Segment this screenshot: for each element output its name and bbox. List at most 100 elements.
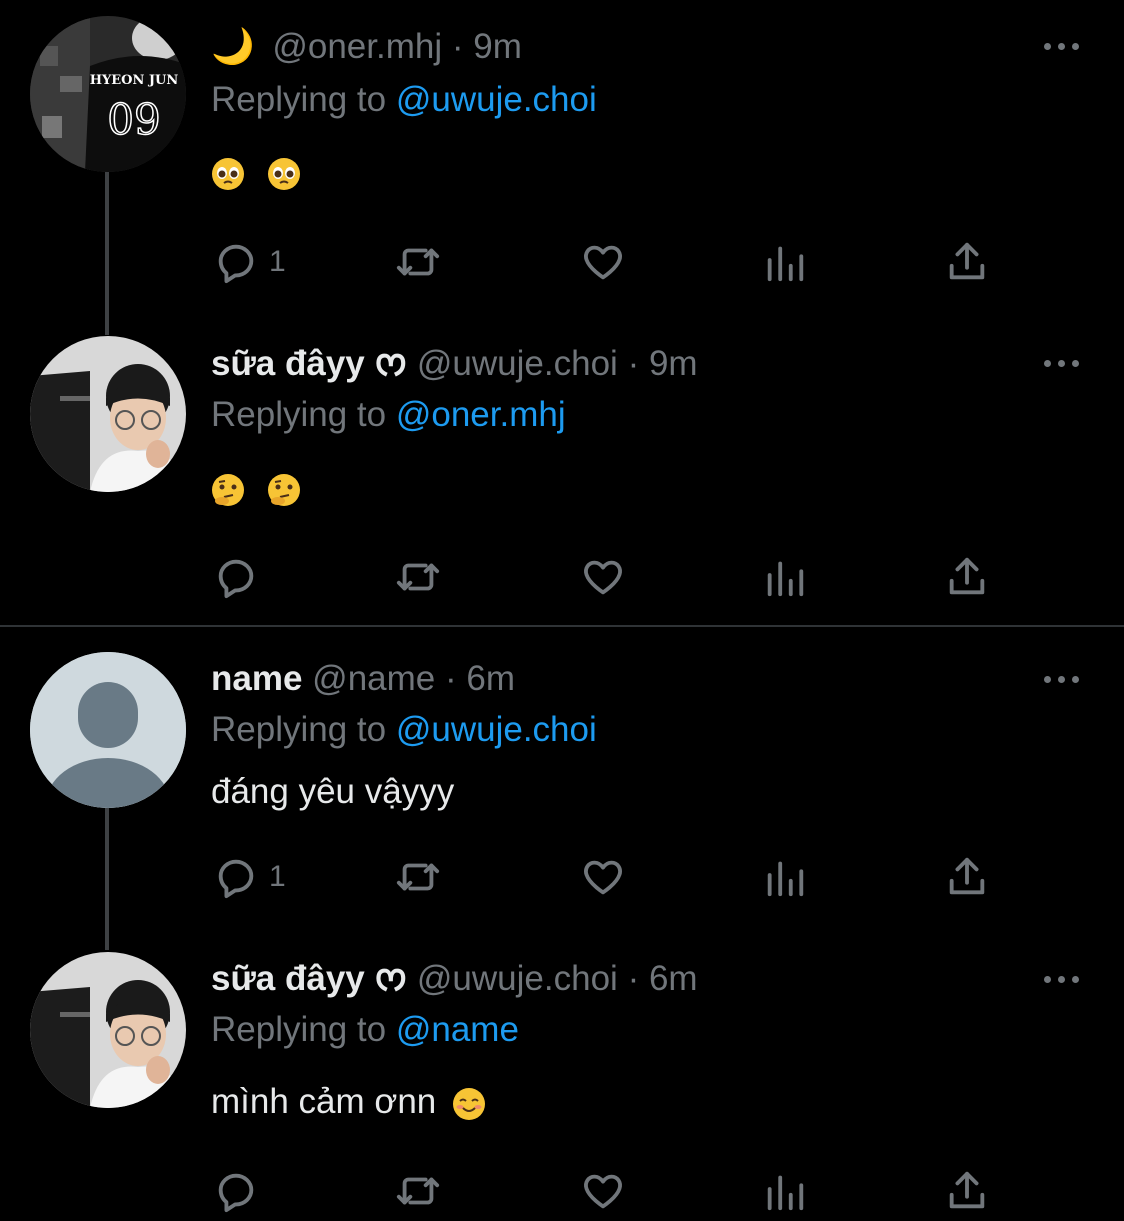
tweet-header: sữa đâyy ᰔ @uwuje.choi · 9m [211,343,698,385]
tweet-body-text: đáng yêu vậyyy [211,772,455,811]
retweet-icon [396,863,440,891]
heart-icon [584,860,622,895]
tweet-header: sữa đâyy ᰔ @uwuje.choi · 6m [211,958,698,1000]
views-button[interactable] [762,1166,808,1216]
more-icon[interactable] [1042,673,1082,685]
share-button[interactable] [944,1166,990,1216]
display-name[interactable]: sữa đâyy [211,344,365,383]
timestamp[interactable]: 9m [649,344,698,383]
reply-count: 1 [269,245,286,278]
views-icon [767,246,804,282]
mention-link[interactable]: @oner.mhj [396,395,566,434]
tweet-header: name @name · 6m [211,658,515,700]
replying-to: Replying to @uwuje.choi [211,709,597,751]
display-name[interactable]: name [211,659,302,698]
replying-label: Replying to [211,80,387,119]
pleading-face-icon [267,157,301,191]
action-bar: 1 [0,852,1124,902]
retweet-icon [396,1177,440,1205]
views-icon [767,1175,804,1211]
thread-divider [0,625,1124,627]
moon-icon: 🌙 [211,27,255,66]
mention-link[interactable]: @uwuje.choi [396,80,597,119]
retweet-icon [396,563,440,591]
retweet-button[interactable] [395,852,441,902]
tweet-body [211,467,313,509]
avatar-image [30,336,186,492]
reply-icon [218,1173,254,1213]
timestamp[interactable]: 6m [649,959,698,998]
tweet-header: 🌙 @oner.mhj · 9m [211,26,522,68]
replying-to: Replying to @name [211,1009,519,1051]
thinking-face-icon [267,473,301,507]
heart-icon [584,1174,622,1209]
smiling-face-icon [452,1087,486,1121]
avatar-default[interactable] [30,652,186,808]
views-button[interactable] [762,237,808,287]
replying-label: Replying to [211,395,387,434]
avatar-uwuje[interactable] [30,952,186,1108]
handle[interactable]: @uwuje.choi [417,344,618,383]
avatar-oner[interactable]: HYEON JUN 09 [30,16,186,172]
replying-to: Replying to @oner.mhj [211,394,566,436]
reply-button[interactable] [213,1166,269,1216]
tweet-body [211,151,313,193]
replying-label: Replying to [211,1010,387,1049]
avatar-image [30,952,186,1108]
name-symbol: ᰔ [374,344,408,383]
like-button[interactable] [580,852,626,902]
views-button[interactable] [762,852,808,902]
tweet-3[interactable]: name @name · 6m Replying to @uwuje.choi … [0,628,1124,950]
views-button[interactable] [762,552,808,602]
name-symbol: ᰔ [374,959,408,998]
share-icon [949,242,985,280]
tweet-body-text: mình cảm ơnn [211,1082,437,1121]
reply-icon [218,244,254,284]
handle[interactable]: @oner.mhj [272,27,442,66]
handle[interactable]: @uwuje.choi [417,959,618,998]
reply-button[interactable] [213,552,269,602]
pleading-face-icon [211,157,245,191]
more-icon[interactable] [1042,973,1082,985]
more-icon[interactable] [1042,357,1082,369]
handle[interactable]: @name [312,659,435,698]
tweet-body: mình cảm ơnn [211,1081,498,1123]
heart-icon [584,560,622,595]
tweet-2[interactable]: sữa đâyy ᰔ @uwuje.choi · 9m Replying to … [0,330,1124,626]
share-button[interactable] [944,852,990,902]
like-button[interactable] [580,237,626,287]
timestamp[interactable]: 6m [466,659,515,698]
share-button[interactable] [944,237,990,287]
like-button[interactable] [580,552,626,602]
tweet-4[interactable]: sữa đâyy ᰔ @uwuje.choi · 6m Replying to … [0,948,1124,1221]
views-icon [767,561,804,597]
separator-dot: · [627,959,640,998]
reply-icon [218,559,254,599]
reply-icon [218,859,254,899]
tweet-1[interactable]: HYEON JUN 09 🌙 @oner.mhj · 9m Replying t… [0,0,1124,335]
avatar-image: HYEON JUN 09 [30,16,186,172]
display-name[interactable]: sữa đâyy [211,959,365,998]
thinking-face-icon [211,473,245,507]
views-icon [767,861,804,897]
avatar-jersey-name: HYEON JUN [90,73,179,88]
reply-button[interactable]: 1 [213,237,286,287]
like-button[interactable] [580,1166,626,1216]
heart-icon [584,245,622,280]
reply-button[interactable]: 1 [213,852,286,902]
share-button[interactable] [944,552,990,602]
timestamp[interactable]: 9m [473,27,522,66]
mention-link[interactable]: @uwuje.choi [396,710,597,749]
share-icon [949,857,985,895]
reply-count: 1 [269,860,286,893]
retweet-button[interactable] [395,237,441,287]
separator-dot: · [445,659,457,698]
retweet-button[interactable] [395,1166,441,1216]
retweet-button[interactable] [395,552,441,602]
action-bar: 1 [0,237,1124,287]
action-bar [0,1166,1124,1216]
mention-link[interactable]: @name [396,1010,519,1049]
more-icon[interactable] [1042,40,1082,52]
avatar-uwuje[interactable] [30,336,186,492]
retweet-icon [396,248,440,276]
